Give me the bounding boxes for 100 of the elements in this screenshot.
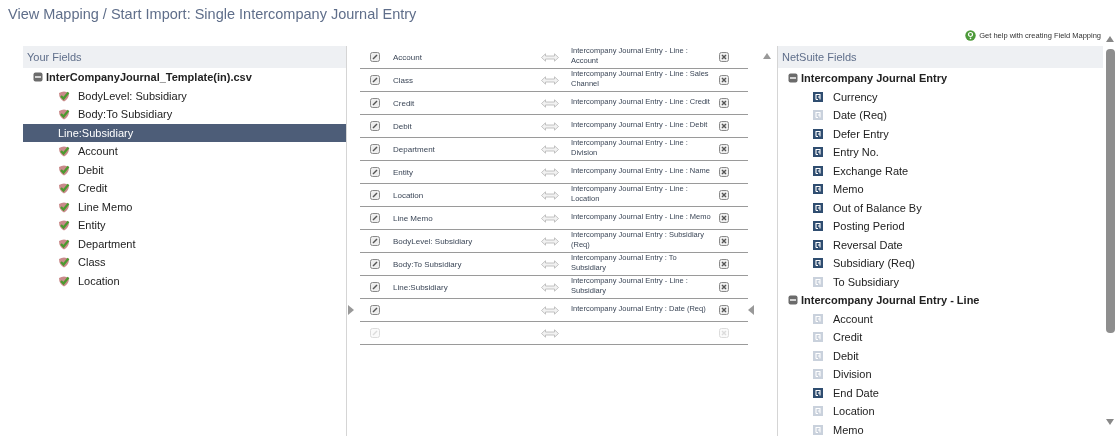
check-icon bbox=[58, 108, 70, 121]
tree-item[interactable]: Exchange Rate bbox=[778, 161, 1103, 180]
collapse-icon[interactable] bbox=[788, 73, 798, 84]
source-field: Body:To Subsidiary bbox=[393, 259, 462, 269]
source-field: Location bbox=[393, 190, 424, 200]
edit-icon[interactable] bbox=[370, 259, 380, 269]
tree-item[interactable]: Currency bbox=[778, 87, 1103, 106]
check-icon bbox=[58, 89, 70, 102]
tree-item[interactable]: InterCompanyJournal_Template(in).csv bbox=[23, 68, 346, 87]
edit-icon[interactable] bbox=[370, 98, 380, 108]
source-field: BodyLevel: Subsidiary bbox=[393, 236, 473, 246]
check-icon bbox=[58, 200, 70, 213]
check-icon bbox=[58, 256, 70, 269]
tree-item[interactable]: Entry No. bbox=[778, 143, 1103, 162]
swap-icon bbox=[541, 236, 559, 246]
tree-item[interactable]: Location bbox=[23, 271, 346, 290]
tree-item[interactable]: Intercompany Journal Entry - Line bbox=[778, 291, 1103, 310]
source-field: Credit bbox=[393, 98, 415, 108]
edit-icon[interactable] bbox=[370, 52, 380, 62]
source-field: Line Memo bbox=[393, 213, 433, 223]
tree-item[interactable]: Entity bbox=[23, 216, 346, 235]
check-icon bbox=[58, 237, 70, 250]
tree-item[interactable]: Subsidiary (Req) bbox=[778, 254, 1103, 273]
help-icon bbox=[965, 29, 977, 41]
edit-icon[interactable] bbox=[370, 167, 380, 177]
tree-item[interactable]: Out of Balance By bbox=[778, 198, 1103, 217]
swap-icon bbox=[541, 144, 559, 154]
swap-icon bbox=[541, 328, 559, 338]
delete-icon[interactable] bbox=[719, 282, 729, 292]
swap-icon bbox=[541, 282, 559, 292]
edit-icon[interactable] bbox=[370, 236, 380, 246]
panel-header: NetSuite Fields bbox=[778, 46, 1103, 68]
source-field: Entity bbox=[393, 167, 413, 177]
tree-item[interactable]: Credit bbox=[23, 179, 346, 198]
tree-item[interactable]: Credit bbox=[778, 328, 1103, 347]
delete-icon[interactable] bbox=[719, 52, 729, 62]
delete-icon[interactable] bbox=[719, 190, 729, 200]
tree-item[interactable]: BodyLevel: Subsidiary bbox=[23, 86, 346, 105]
delete-icon[interactable] bbox=[719, 236, 729, 246]
delete-icon[interactable] bbox=[719, 305, 729, 315]
edit-icon[interactable] bbox=[370, 282, 380, 292]
source-field: Account bbox=[393, 52, 422, 62]
tree-item[interactable]: Debit bbox=[778, 346, 1103, 365]
source-field: Class bbox=[393, 75, 413, 85]
swap-icon bbox=[541, 98, 559, 108]
tree-item[interactable]: Posting Period bbox=[778, 217, 1103, 236]
tree-item[interactable]: Debit bbox=[23, 160, 346, 179]
tree-item[interactable]: Location bbox=[778, 402, 1103, 421]
check-icon bbox=[58, 219, 70, 232]
check-icon bbox=[58, 182, 70, 195]
swap-icon bbox=[541, 259, 559, 269]
swap-icon bbox=[541, 213, 559, 223]
tree-item[interactable]: To Subsidiary bbox=[778, 272, 1103, 291]
tree-item[interactable]: Account bbox=[778, 309, 1103, 328]
tree-item[interactable]: Class bbox=[23, 253, 346, 272]
delete-icon[interactable] bbox=[719, 144, 729, 154]
swap-icon bbox=[541, 167, 559, 177]
edit-icon[interactable] bbox=[370, 213, 380, 223]
swap-icon bbox=[541, 52, 559, 62]
tree-item[interactable]: Memo bbox=[778, 420, 1103, 436]
tree-item[interactable]: Line:Subsidiary bbox=[23, 123, 346, 142]
delete-icon[interactable] bbox=[719, 121, 729, 131]
source-field: Debit bbox=[393, 121, 412, 131]
tree-item[interactable]: Line Memo bbox=[23, 197, 346, 216]
edit-icon[interactable] bbox=[370, 144, 380, 154]
scroll-up-icon[interactable] bbox=[763, 53, 771, 59]
collapse-icon[interactable] bbox=[33, 72, 43, 83]
tree-item[interactable]: Account bbox=[23, 142, 346, 161]
check-icon bbox=[58, 163, 70, 176]
source-field: Department bbox=[393, 144, 435, 154]
edit-icon[interactable] bbox=[370, 190, 380, 200]
check-icon bbox=[58, 274, 70, 287]
delete-icon[interactable] bbox=[719, 213, 729, 223]
swap-icon bbox=[541, 121, 559, 131]
edit-icon[interactable] bbox=[370, 121, 380, 131]
collapse-icon[interactable] bbox=[788, 295, 798, 306]
caret-left-icon[interactable] bbox=[748, 305, 754, 315]
check-icon bbox=[58, 145, 70, 158]
delete-icon[interactable] bbox=[719, 259, 729, 269]
swap-icon bbox=[541, 190, 559, 200]
tree-item[interactable]: Reversal Date bbox=[778, 235, 1103, 254]
tree-item[interactable]: Division bbox=[778, 365, 1103, 384]
edit-icon[interactable] bbox=[370, 75, 380, 85]
tree-item[interactable]: Defer Entry bbox=[778, 124, 1103, 143]
panel-header: Your Fields bbox=[23, 46, 346, 68]
swap-icon bbox=[541, 75, 559, 85]
tree-item[interactable]: Body:To Subsidiary bbox=[23, 105, 346, 124]
delete-icon[interactable] bbox=[719, 98, 729, 108]
page-title: View Mapping / Start Import: Single Intercompany Journal Entry bbox=[8, 6, 418, 22]
swap-icon bbox=[541, 305, 559, 315]
tree-item[interactable]: Memo bbox=[778, 180, 1103, 199]
source-field: Line:Subsidiary bbox=[393, 282, 448, 292]
tree-item[interactable]: Intercompany Journal Entry bbox=[778, 69, 1103, 88]
caret-right-icon[interactable] bbox=[348, 305, 354, 315]
tree-item[interactable]: Date (Req) bbox=[778, 106, 1103, 125]
delete-icon[interactable] bbox=[719, 167, 729, 177]
delete-icon[interactable] bbox=[719, 75, 729, 85]
tree-item[interactable]: Department bbox=[23, 234, 346, 253]
edit-icon[interactable] bbox=[370, 305, 380, 315]
tree-item[interactable]: End Date bbox=[778, 383, 1103, 402]
